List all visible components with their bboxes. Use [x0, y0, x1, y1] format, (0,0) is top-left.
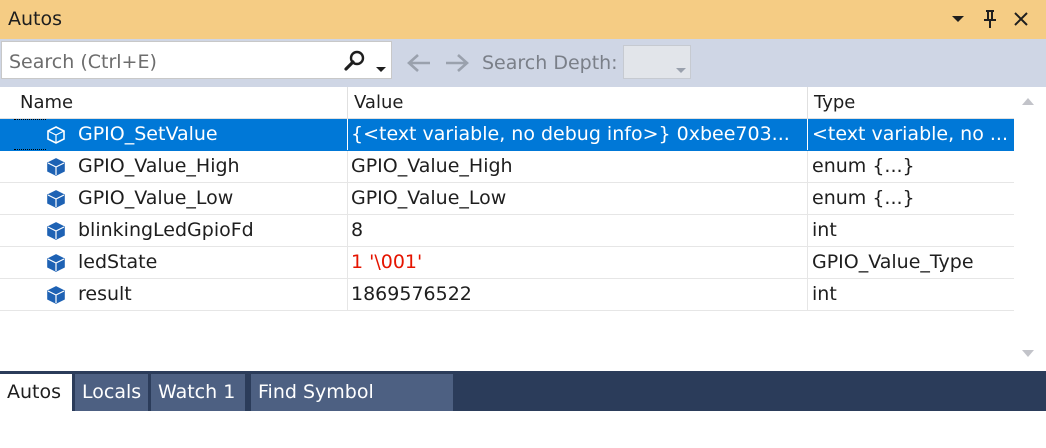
variable-value[interactable]: 1869576522	[351, 279, 803, 310]
vertical-scrollbar[interactable]	[1014, 87, 1044, 371]
scroll-up-icon[interactable]	[1022, 97, 1034, 105]
table-row[interactable]: GPIO_Value_High GPIO_Value_High enum {...}	[0, 151, 1014, 183]
grid-header: Name Value Type	[0, 87, 1014, 119]
search-forward-button[interactable]	[444, 52, 470, 78]
table-row[interactable]: ledState 1 '\001' GPIO_Value_Type	[0, 247, 1014, 279]
field-icon	[47, 126, 65, 149]
search-placeholder: Search (Ctrl+E)	[9, 51, 157, 73]
column-separator	[807, 215, 808, 246]
search-input[interactable]: Search (Ctrl+E)	[1, 41, 392, 79]
column-separator	[807, 119, 808, 150]
arrow-right-icon	[446, 54, 469, 72]
column-separator	[347, 215, 348, 246]
variable-value[interactable]: 1 '\001'	[351, 247, 803, 278]
tool-window-tabs: Autos Locals Watch 1 Find Symbol Results	[0, 371, 1046, 440]
search-toolbar: Search (Ctrl+E) Search Depth:	[0, 39, 1046, 87]
chevron-down-icon	[952, 16, 964, 22]
variable-value[interactable]: GPIO_Value_High	[351, 151, 803, 182]
variable-name: blinkingLedGpioFd	[78, 219, 254, 241]
column-separator	[347, 183, 348, 214]
variable-value[interactable]: {<text variable, no debug info>} 0xbee70…	[351, 119, 803, 150]
variable-type: int	[812, 219, 837, 241]
column-separator	[347, 247, 348, 278]
variable-name: GPIO_SetValue	[78, 123, 218, 145]
column-separator	[807, 279, 808, 310]
close-icon	[1014, 12, 1028, 26]
pin-icon	[984, 10, 996, 28]
focus-outline	[14, 119, 46, 150]
field-icon	[47, 158, 65, 181]
column-separator	[347, 119, 348, 150]
variable-name: GPIO_Value_Low	[78, 187, 234, 209]
field-icon	[47, 190, 65, 213]
window-title: Autos	[8, 8, 63, 30]
field-icon	[47, 254, 65, 277]
tab-watch-1[interactable]: Watch 1	[151, 374, 245, 411]
variable-type: enum {...}	[812, 155, 915, 177]
tab-autos[interactable]: Autos	[0, 374, 72, 411]
close-button[interactable]	[1009, 6, 1033, 32]
chevron-down-icon	[676, 68, 686, 73]
variable-name: ledState	[78, 251, 158, 273]
search-button[interactable]	[343, 50, 367, 76]
column-separator	[347, 279, 348, 310]
arrow-left-icon	[407, 54, 430, 72]
search-icon	[344, 50, 365, 71]
chevron-down-icon	[376, 67, 386, 72]
column-separator	[347, 151, 348, 182]
column-header-value[interactable]: Value	[347, 87, 807, 119]
tab-locals[interactable]: Locals	[75, 374, 148, 411]
variable-name: result	[78, 283, 132, 305]
variable-type: GPIO_Value_Type	[812, 251, 974, 273]
tab-find-symbol-results[interactable]: Find Symbol Results	[251, 374, 453, 440]
scroll-down-icon[interactable]	[1022, 350, 1034, 358]
variable-name: GPIO_Value_High	[78, 155, 240, 177]
autos-grid: Name Value Type GPIO_SetValue {<text vari…	[0, 87, 1046, 371]
search-depth-select[interactable]	[623, 45, 691, 79]
table-row[interactable]: GPIO_SetValue {<text variable, no debug i…	[0, 119, 1014, 151]
table-row[interactable]: blinkingLedGpioFd 8 int	[0, 215, 1014, 247]
window-menu-button[interactable]	[946, 6, 970, 32]
column-separator	[807, 247, 808, 278]
variable-type: enum {...}	[812, 187, 915, 209]
pin-button[interactable]	[978, 6, 1002, 32]
column-separator	[807, 151, 808, 182]
table-row[interactable]: result 1869576522 int	[0, 279, 1014, 311]
field-icon	[47, 286, 65, 309]
variable-value[interactable]: 8	[351, 215, 803, 246]
variable-type: <text variable, no ...	[812, 123, 1009, 145]
column-separator	[807, 183, 808, 214]
variable-type: int	[812, 283, 837, 305]
column-header-name[interactable]: Name	[14, 87, 347, 119]
table-row[interactable]: GPIO_Value_Low GPIO_Value_Low enum {...}	[0, 183, 1014, 215]
search-options-dropdown[interactable]	[376, 58, 386, 77]
tool-window-title-bar: Autos	[0, 0, 1046, 39]
column-header-type[interactable]: Type	[807, 87, 1014, 119]
search-back-button[interactable]	[406, 52, 432, 78]
variable-value[interactable]: GPIO_Value_Low	[351, 183, 803, 214]
search-depth-label: Search Depth:	[482, 52, 618, 74]
field-icon	[47, 222, 65, 245]
